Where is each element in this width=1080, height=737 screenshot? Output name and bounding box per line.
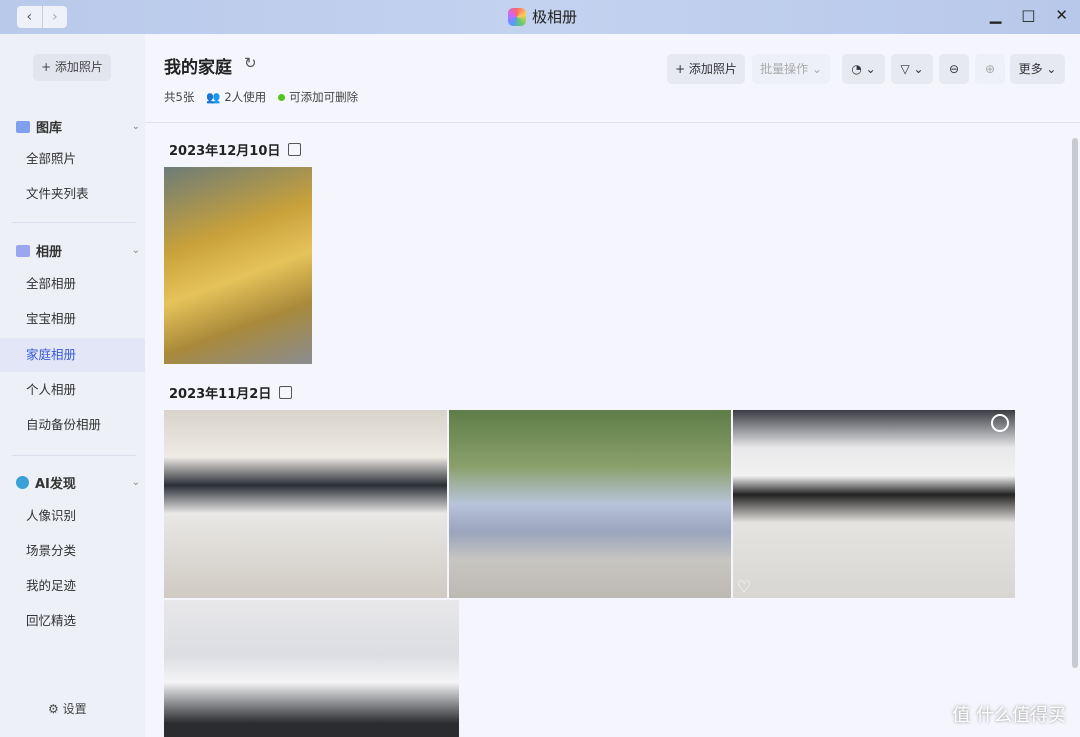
app-logo-icon <box>508 7 526 26</box>
filter-icon: ▽ <box>900 62 910 76</box>
photo-thumbnail[interactable] <box>449 410 731 598</box>
users-icon: 👥 <box>206 90 221 104</box>
header-divider <box>145 122 1080 123</box>
album-icon <box>16 244 30 257</box>
sidebar-item-auto-backup-album[interactable]: 自动备份相册 <box>0 408 145 442</box>
photo-thumbnail[interactable] <box>164 600 459 737</box>
sidebar-add-photo-button[interactable]: + 添加照片 <box>33 54 111 81</box>
section-albums[interactable]: 相册 ⌄ <box>16 241 140 260</box>
gallery-icon <box>16 120 30 133</box>
select-group-checkbox[interactable] <box>288 143 302 156</box>
settings-button[interactable]: ⚙ 设置 <box>48 700 87 717</box>
date-label: 2023年11月2日 <box>169 387 272 402</box>
back-button[interactable]: ‹ <box>17 6 42 28</box>
sort-chevron: ⌄ <box>865 62 876 76</box>
photo-thumbnail[interactable] <box>164 410 447 598</box>
main-content: 我的家庭 ↻ 共5张 👥 2人使用 可添加可删除 + 添加照片 批量操作 ⌄ ◔… <box>145 34 1080 737</box>
sidebar-item-all-albums[interactable]: 全部相册 <box>0 267 145 301</box>
date-label: 2023年12月10日 <box>169 144 281 159</box>
section-label: 相册 <box>36 245 63 260</box>
gear-icon: ⚙ <box>48 702 59 716</box>
ai-icon <box>16 476 29 489</box>
title-bar: ‹ › 极相册 ▁ □ ✕ <box>0 0 1080 34</box>
app-title: 极相册 <box>508 6 577 27</box>
sidebar: + 添加照片 图库 ⌄ 全部照片 文件夹列表 相册 ⌄ 全部相册 宝宝相册 家庭相册… <box>0 34 145 737</box>
more-button[interactable]: 更多 ⌄ <box>1010 54 1065 84</box>
maximize-icon[interactable]: □ <box>1021 6 1035 24</box>
favorite-heart-icon[interactable]: ♡ <box>737 577 751 596</box>
filter-chevron: ⌄ <box>913 62 924 76</box>
zoom-in-button[interactable]: ⊕ <box>975 54 1005 84</box>
close-icon[interactable]: ✕ <box>1055 6 1068 24</box>
sidebar-item-baby-album[interactable]: 宝宝相册 <box>0 302 145 336</box>
watermark: 值 什么值得买 <box>952 705 1066 726</box>
sidebar-item-folders[interactable]: 文件夹列表 <box>0 177 145 211</box>
divider <box>12 222 136 223</box>
chevron-down-icon: ⌄ <box>131 477 140 488</box>
users-info: 👥 2人使用 <box>206 89 266 105</box>
forward-button[interactable]: › <box>41 6 68 28</box>
select-photo-circle[interactable] <box>991 414 1009 432</box>
photo-count: 共5张 <box>164 90 195 104</box>
settings-label: 设置 <box>62 702 87 716</box>
section-library[interactable]: 图库 ⌄ <box>16 117 140 136</box>
scrollbar[interactable] <box>1072 138 1078 668</box>
app-title-text: 极相册 <box>532 8 578 26</box>
sidebar-item-scenes[interactable]: 场景分类 <box>0 534 145 568</box>
page-title: 我的家庭 <box>164 58 232 78</box>
photo-thumbnail[interactable] <box>164 167 312 364</box>
sidebar-item-personal-album[interactable]: 个人相册 <box>0 373 145 407</box>
sidebar-item-all-photos[interactable]: 全部照片 <box>0 142 145 176</box>
divider <box>12 455 136 456</box>
batch-operation-button[interactable]: 批量操作 ⌄ <box>752 54 830 84</box>
select-group-checkbox[interactable] <box>279 386 293 399</box>
date-group-header: 2023年12月10日 <box>169 140 302 159</box>
window-controls: ▁ □ ✕ <box>990 6 1068 24</box>
sidebar-item-memories[interactable]: 回忆精选 <box>0 604 145 638</box>
sort-button[interactable]: ◔ ⌄ <box>842 54 885 84</box>
filter-button[interactable]: ▽ ⌄ <box>891 54 933 84</box>
permission-text: 可添加可删除 <box>289 90 359 104</box>
status-dot-icon <box>278 94 286 101</box>
sort-icon: ◔ <box>851 62 862 76</box>
section-label: 图库 <box>36 121 63 136</box>
sidebar-item-faces[interactable]: 人像识别 <box>0 499 145 533</box>
nav-buttons: ‹ › <box>17 6 67 28</box>
zoom-out-icon: ⊖ <box>948 62 960 76</box>
zoom-in-icon: ⊕ <box>984 62 996 76</box>
chevron-down-icon: ⌄ <box>131 245 140 256</box>
album-meta: 共5张 👥 2人使用 可添加可删除 <box>164 89 358 105</box>
zoom-out-button[interactable]: ⊖ <box>939 54 969 84</box>
date-group-header: 2023年11月2日 <box>169 383 293 402</box>
refresh-icon[interactable]: ↻ <box>244 54 257 72</box>
section-ai[interactable]: AI发现 ⌄ <box>16 473 140 492</box>
add-photo-button[interactable]: + 添加照片 <box>667 54 745 84</box>
sidebar-item-family-album[interactable]: 家庭相册 <box>0 338 145 372</box>
photo-thumbnail[interactable]: ♡ <box>733 410 1015 598</box>
chevron-down-icon: ⌄ <box>131 121 140 132</box>
minimize-icon[interactable]: ▁ <box>990 6 1002 24</box>
section-label: AI发现 <box>35 477 76 492</box>
users-text: 2人使用 <box>224 90 267 104</box>
sidebar-item-footprints[interactable]: 我的足迹 <box>0 569 145 603</box>
permission-status: 可添加可删除 <box>278 89 358 105</box>
